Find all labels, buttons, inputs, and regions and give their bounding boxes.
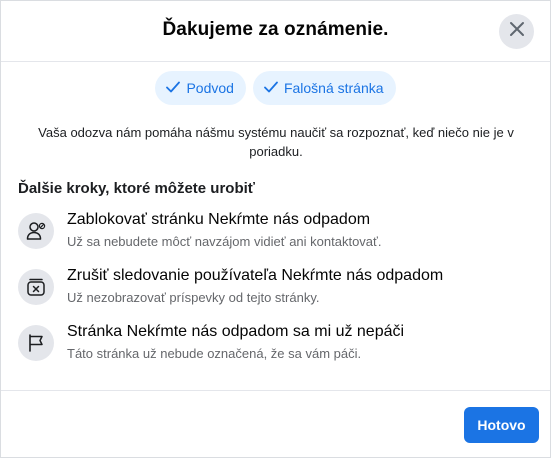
unlike-page-action[interactable]: Stránka Nekŕmte nás odpadom sa mi už nep… (18, 321, 533, 365)
unfollow-action[interactable]: Zrušiť sledovanie používateľa Nekŕmte ná… (18, 265, 533, 309)
chip-podvod[interactable]: Podvod (155, 71, 246, 105)
unfollow-icon (18, 269, 54, 305)
close-button[interactable] (499, 14, 534, 49)
flag-icon (18, 325, 54, 361)
chip-label: Podvod (186, 80, 234, 96)
dialog-header: Ďakujeme za oznámenie. (1, 1, 550, 62)
block-page-action[interactable]: Zablokovať stránku Nekŕmte nás odpadom U… (18, 209, 533, 253)
action-description: Táto stránka už nebude označená, že sa v… (67, 346, 362, 361)
feedback-message: Vaša odozva nám pomáha nášmu systému nau… (38, 125, 514, 159)
report-confirmation-dialog: Ďakujeme za oznámenie. Podvod Falošná st… (0, 0, 551, 458)
action-title: Zablokovať stránku Nekŕmte nás odpadom (67, 211, 371, 228)
action-description: Už sa nebudete môcť navzájom vidieť ani … (67, 234, 382, 249)
block-user-icon (18, 213, 54, 249)
checkmark-icon (166, 80, 186, 96)
next-steps-heading: Ďalšie kroky, ktoré môžete urobiť (18, 180, 255, 197)
dialog-title: Ďakujeme za oznámenie. (162, 19, 389, 40)
action-description: Už nezobrazovať príspevky od tejto strán… (67, 290, 320, 305)
done-button[interactable]: Hotovo (464, 407, 539, 443)
selected-reasons: Podvod Falošná stránka (1, 71, 550, 105)
checkmark-icon (264, 80, 284, 96)
action-title: Stránka Nekŕmte nás odpadom sa mi už nep… (67, 323, 405, 340)
chip-label: Falošná stránka (283, 80, 384, 96)
footer-divider (1, 390, 550, 391)
chip-falosna-stranka[interactable]: Falošná stránka (252, 71, 396, 105)
action-title: Zrušiť sledovanie používateľa Nekŕmte ná… (67, 267, 444, 284)
close-icon (509, 21, 525, 42)
